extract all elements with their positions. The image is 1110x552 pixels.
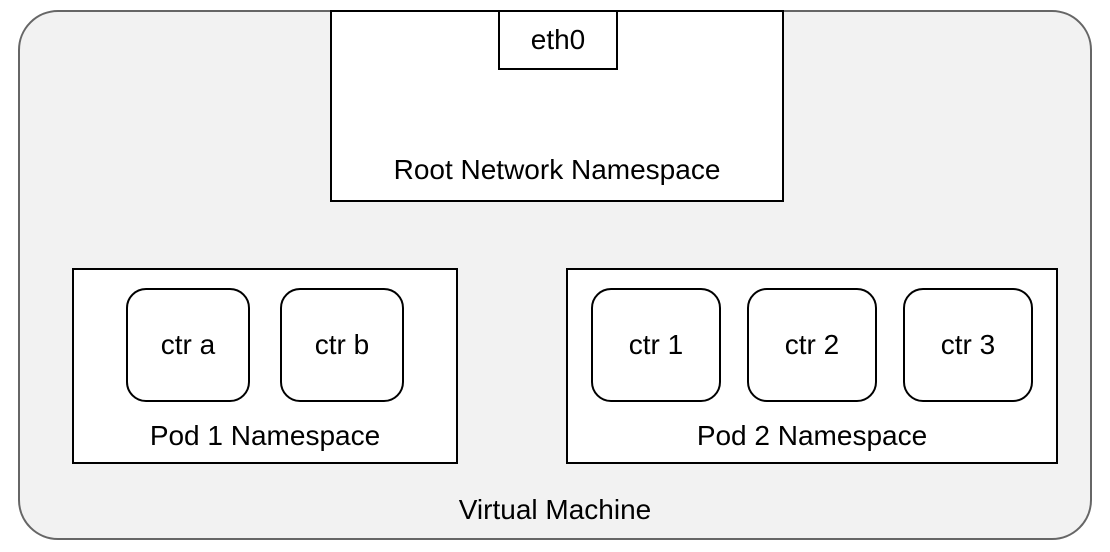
pod-2-namespace-box: ctr 1 ctr 2 ctr 3 Pod 2 Namespace bbox=[566, 268, 1058, 464]
container-3-label: ctr 3 bbox=[941, 329, 995, 361]
pod-1-container-row: ctr a ctr b bbox=[74, 288, 456, 402]
container-1-box: ctr 1 bbox=[591, 288, 721, 402]
virtual-machine-label: Virtual Machine bbox=[20, 494, 1090, 526]
container-2-label: ctr 2 bbox=[785, 329, 839, 361]
eth0-interface-box: eth0 bbox=[498, 10, 618, 70]
eth0-label: eth0 bbox=[531, 24, 586, 56]
container-2-box: ctr 2 bbox=[747, 288, 877, 402]
container-1-label: ctr 1 bbox=[629, 329, 683, 361]
root-network-namespace-box: eth0 Root Network Namespace bbox=[330, 10, 784, 202]
container-b-box: ctr b bbox=[280, 288, 404, 402]
virtual-machine-box: Virtual Machine eth0 Root Network Namesp… bbox=[18, 10, 1092, 540]
pod-1-namespace-label: Pod 1 Namespace bbox=[74, 420, 456, 452]
pod-1-namespace-box: ctr a ctr b Pod 1 Namespace bbox=[72, 268, 458, 464]
container-a-label: ctr a bbox=[161, 329, 215, 361]
root-network-namespace-label: Root Network Namespace bbox=[332, 154, 782, 186]
container-a-box: ctr a bbox=[126, 288, 250, 402]
container-b-label: ctr b bbox=[315, 329, 369, 361]
container-3-box: ctr 3 bbox=[903, 288, 1033, 402]
pod-2-container-row: ctr 1 ctr 2 ctr 3 bbox=[568, 288, 1056, 402]
pod-2-namespace-label: Pod 2 Namespace bbox=[568, 420, 1056, 452]
